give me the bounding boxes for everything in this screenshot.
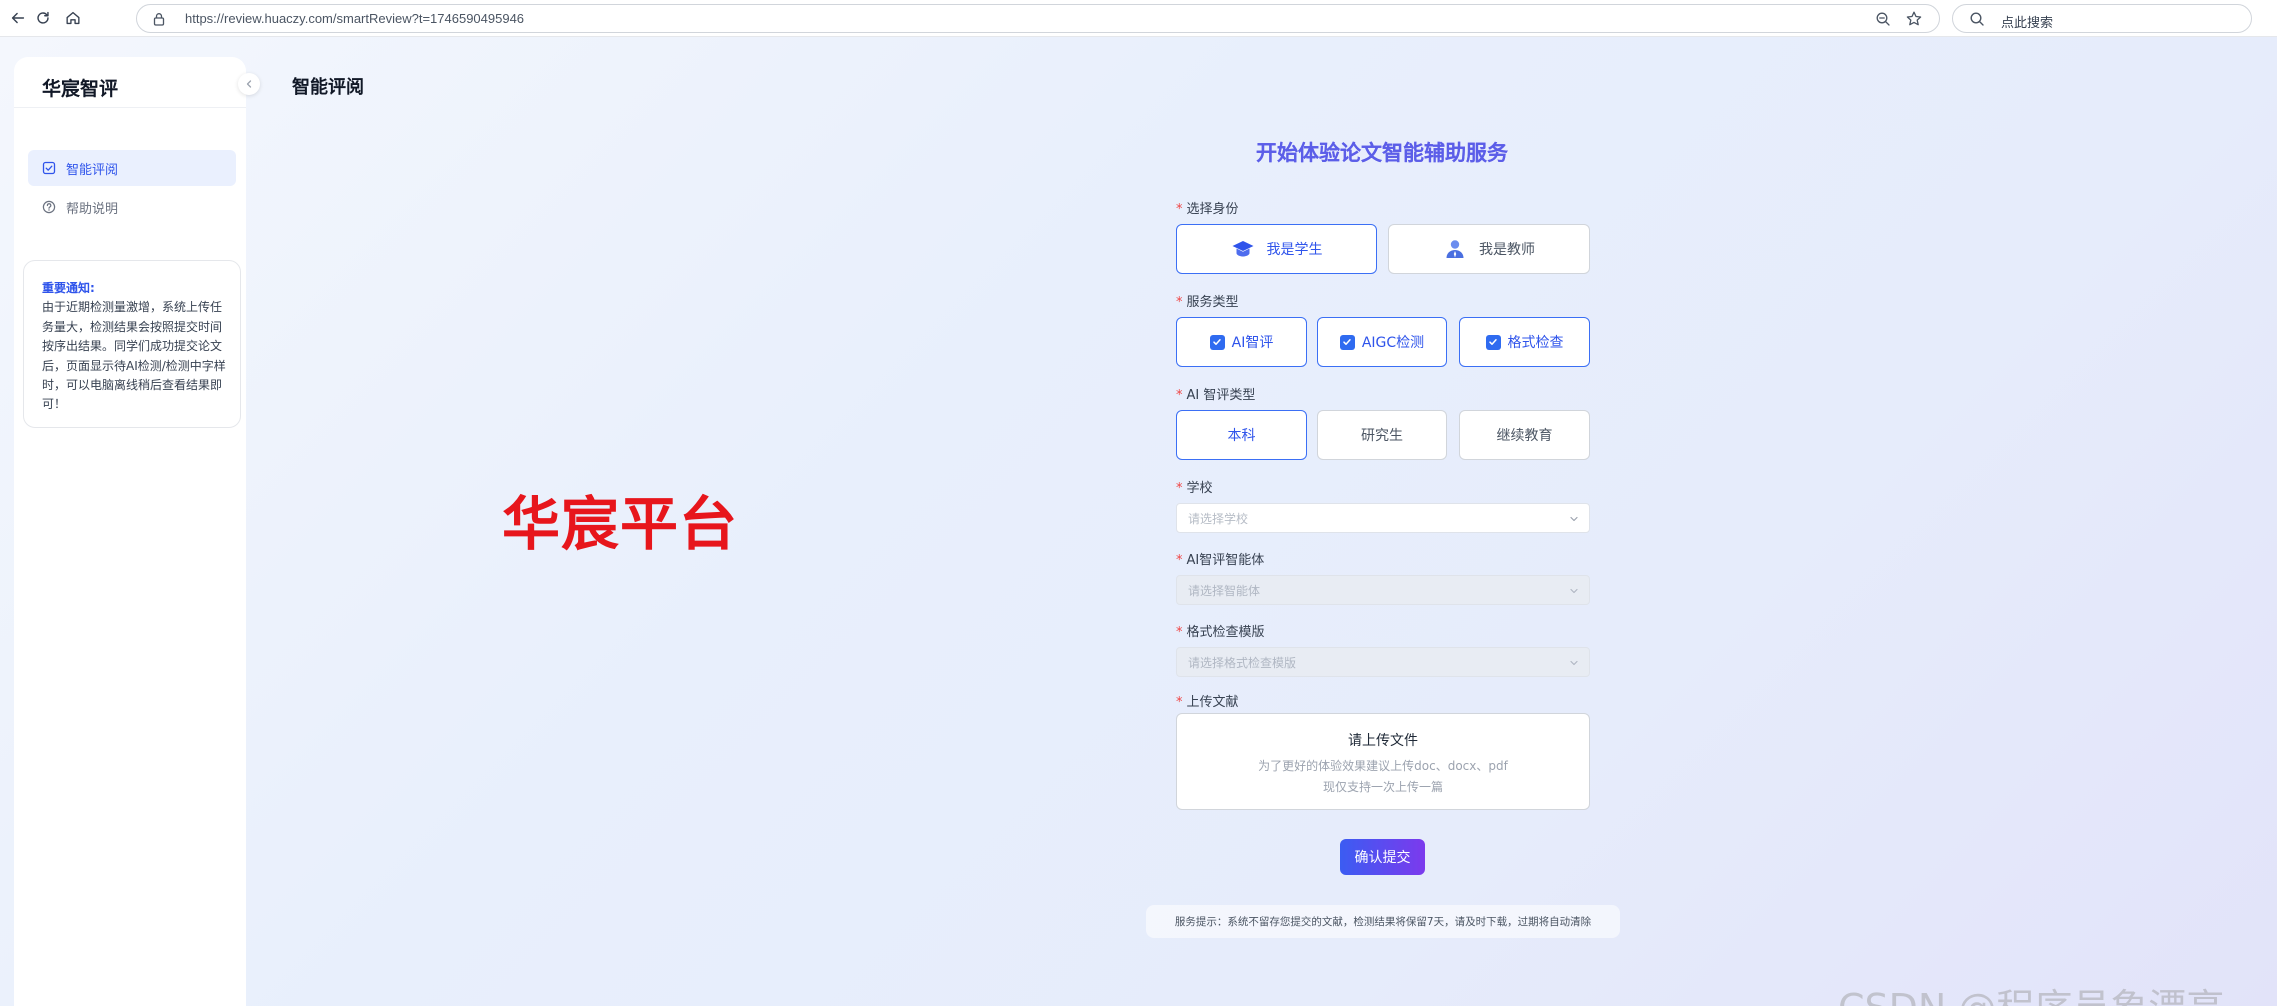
sidebar-item-help[interactable]: 帮助说明 <box>28 189 236 225</box>
lock-icon <box>153 13 165 26</box>
help-circle-icon <box>42 200 56 214</box>
chevron-down-icon <box>1570 660 1578 666</box>
template-label: * 格式检查模版 <box>1176 625 1265 640</box>
back-button[interactable] <box>4 4 32 32</box>
teacher-icon <box>1446 240 1464 258</box>
home-button[interactable] <box>59 4 87 32</box>
checkbox-checked-icon <box>1339 334 1355 350</box>
page-title: 智能评阅 <box>292 77 364 98</box>
divider <box>14 107 246 108</box>
chevron-down-icon <box>1570 516 1578 522</box>
service-format-check-option[interactable]: 格式检查 <box>1459 317 1590 367</box>
school-placeholder: 请选择学校 <box>1188 511 1249 526</box>
agent-placeholder: 请选择智能体 <box>1188 583 1261 598</box>
notice-body: 由于近期检测量激增，系统上传任务量大，检测结果会按照提交时间按序出结果。同学们成… <box>42 300 226 412</box>
identity-label: * 选择身份 <box>1176 202 1239 217</box>
reload-button[interactable] <box>29 4 57 32</box>
important-notice: 重要通知: 由于近期检测量激增，系统上传任务量大，检测结果会按照提交时间按序出结… <box>23 260 241 428</box>
submit-button[interactable]: 确认提交 <box>1340 839 1425 875</box>
upload-dropzone[interactable]: 请上传文件 为了更好的体验效果建议上传doc、docx、pdf 现仅支持一次上传… <box>1176 713 1590 810</box>
browser-search-box[interactable]: 点此搜索 <box>1952 4 2252 33</box>
agent-label: * AI智评智能体 <box>1176 553 1265 568</box>
chevron-left-icon <box>246 80 252 88</box>
ai-type-option-label: 继续教育 <box>1496 428 1553 444</box>
graduation-cap-icon <box>1232 241 1253 257</box>
upload-title: 请上传文件 <box>1348 733 1418 749</box>
ai-type-label: * AI 智评类型 <box>1176 388 1256 403</box>
identity-teacher-option[interactable]: 我是教师 <box>1388 224 1590 274</box>
upload-hint-single: 现仅支持一次上传一篇 <box>1322 780 1443 794</box>
service-option-label: 格式检查 <box>1507 335 1564 351</box>
chevron-down-icon <box>1570 588 1578 594</box>
ai-type-undergrad-option[interactable]: 本科 <box>1176 410 1307 460</box>
browser-toolbar: https://review.huaczy.com/smartReview?t=… <box>0 0 2277 37</box>
template-placeholder: 请选择格式检查模版 <box>1188 655 1297 670</box>
search-placeholder: 点此搜索 <box>2001 16 2054 31</box>
ai-type-option-label: 研究生 <box>1361 428 1403 444</box>
identity-student-option[interactable]: 我是学生 <box>1176 224 1377 274</box>
service-aigc-check-option[interactable]: AIGC检测 <box>1317 317 1447 367</box>
zoom-out-icon[interactable] <box>1875 11 1891 27</box>
app-main: 华宸智评 智能评阅 帮助说明 重要通知: 由于近期检测量激增，系统上传任务量大，… <box>0 37 2277 1006</box>
sidebar-item-label: 智能评阅 <box>66 162 119 178</box>
upload-label: * 上传文献 <box>1176 695 1239 710</box>
ai-type-graduate-option[interactable]: 研究生 <box>1317 410 1447 460</box>
search-icon <box>1970 12 1984 26</box>
back-icon <box>11 12 25 24</box>
service-type-label: * 服务类型 <box>1176 295 1239 310</box>
identity-student-label: 我是学生 <box>1266 242 1323 258</box>
checkbox-checked-icon <box>1485 334 1501 350</box>
address-bar[interactable]: https://review.huaczy.com/smartReview?t=… <box>136 4 1940 33</box>
form-title: 开始体验论文智能辅助服务 <box>1176 137 1588 167</box>
sidebar-collapse-button[interactable] <box>238 73 260 95</box>
ai-type-continuing-option[interactable]: 继续教育 <box>1459 410 1590 460</box>
checkbox-checked-icon <box>1209 334 1225 350</box>
service-option-label: AIGC检测 <box>1361 335 1425 351</box>
sidebar-item-label: 帮助说明 <box>66 201 119 217</box>
sidebar-item-smart-review[interactable]: 智能评阅 <box>28 150 236 186</box>
upload-hint-formats: 为了更好的体验效果建议上传doc、docx、pdf <box>1258 759 1508 773</box>
ai-type-option-label: 本科 <box>1227 428 1256 444</box>
csdn-watermark: CSDN @程序员象漂亮 <box>1838 977 2224 1006</box>
agent-select[interactable]: 请选择智能体 <box>1176 575 1590 605</box>
school-label: * 学校 <box>1176 481 1213 496</box>
star-icon[interactable] <box>1905 10 1923 28</box>
notice-title: 重要通知: <box>42 281 95 295</box>
checkbox-icon <box>42 161 56 175</box>
platform-overlay-text: 华宸平台 <box>502 490 739 558</box>
sidebar: 华宸智评 智能评阅 帮助说明 重要通知: 由于近期检测量激增，系统上传任务量大，… <box>14 57 246 1006</box>
reload-icon <box>37 11 49 24</box>
brand-title: 华宸智评 <box>42 78 119 100</box>
identity-teacher-label: 我是教师 <box>1479 242 1535 258</box>
service-option-label: AI智评 <box>1231 335 1274 351</box>
url-text: https://review.huaczy.com/smartReview?t=… <box>185 11 525 26</box>
template-select[interactable]: 请选择格式检查模版 <box>1176 647 1590 677</box>
service-ai-review-option[interactable]: AI智评 <box>1176 317 1307 367</box>
home-icon <box>66 11 80 25</box>
service-tip: 服务提示：系统不留存您提交的文献，检测结果将保留7天，请及时下载，过期将自动清除 <box>1146 905 1620 938</box>
school-select[interactable]: 请选择学校 <box>1176 503 1590 533</box>
